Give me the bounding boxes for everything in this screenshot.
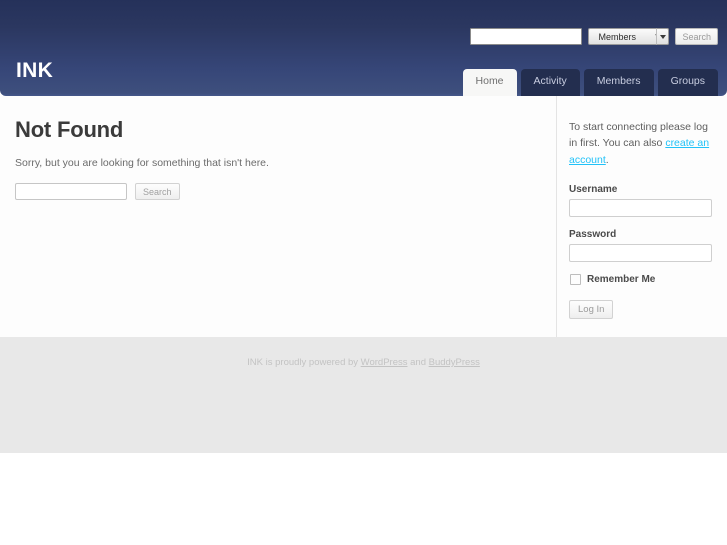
password-field[interactable] [569, 243, 712, 262]
page-body: Not Found Sorry, but you are looking for… [0, 96, 727, 337]
nav-item-home[interactable]: Home [462, 69, 517, 96]
header-search-input[interactable] [470, 28, 583, 45]
login-button[interactable]: Log In [569, 299, 614, 319]
footer-credit: INK is proudly powered by WordPress and … [0, 357, 727, 368]
nav-link-activity[interactable]: Activity [520, 69, 580, 96]
content-search-submit-button[interactable]: Search [135, 183, 180, 200]
buddypress-link[interactable]: BuddyPress [429, 357, 480, 368]
footer-separator: and [407, 357, 429, 368]
content-search-input[interactable] [15, 183, 127, 200]
remember-me-label: Remember Me [587, 273, 656, 285]
not-found-message: Sorry, but you are looking for something… [15, 157, 269, 169]
username-field[interactable] [569, 198, 712, 217]
nav-link-members[interactable]: Members [583, 69, 654, 96]
primary-navigation: Home Activity Members Groups [462, 69, 718, 96]
remember-me-row: Remember Me [569, 273, 715, 285]
footer-prefix: INK is proudly powered by [247, 357, 361, 368]
site-header: INK Members Search Home Activity Members… [0, 0, 727, 96]
content-wrapper: Not Found Sorry, but you are looking for… [0, 96, 727, 337]
nav-link-groups[interactable]: Groups [657, 69, 718, 96]
password-label: Password [569, 228, 617, 240]
nav-link-home[interactable]: Home [462, 69, 517, 96]
header-search-submit-button[interactable]: Search [675, 28, 718, 45]
remember-me-checkbox[interactable] [570, 273, 581, 285]
content-search-form: Search [15, 183, 180, 200]
page-root: INK Members Search Home Activity Members… [0, 0, 727, 545]
header-search-scope-wrap: Members [588, 28, 670, 45]
nav-item-members[interactable]: Members [583, 69, 654, 96]
nav-item-activity[interactable]: Activity [520, 69, 580, 96]
site-footer: INK is proudly powered by WordPress and … [0, 337, 727, 453]
wordpress-link[interactable]: WordPress [361, 357, 408, 368]
header-search-scope-select[interactable]: Members [588, 28, 670, 45]
main-content: Not Found Sorry, but you are looking for… [0, 96, 557, 337]
sidebar-intro-text: To start connecting please log in first.… [569, 119, 715, 168]
username-label: Username [569, 183, 618, 195]
site-title: INK [16, 59, 54, 82]
sidebar-login-widget: To start connecting please log in first.… [558, 96, 727, 337]
page-bottom-area [0, 453, 727, 545]
header-inner: INK Members Search Home Activity Members… [0, 0, 727, 96]
page-title: Not Found [15, 117, 124, 142]
nav-item-groups[interactable]: Groups [657, 69, 718, 96]
header-search-form: Members Search [470, 28, 718, 45]
sidebar-intro-suffix: . [605, 153, 609, 166]
